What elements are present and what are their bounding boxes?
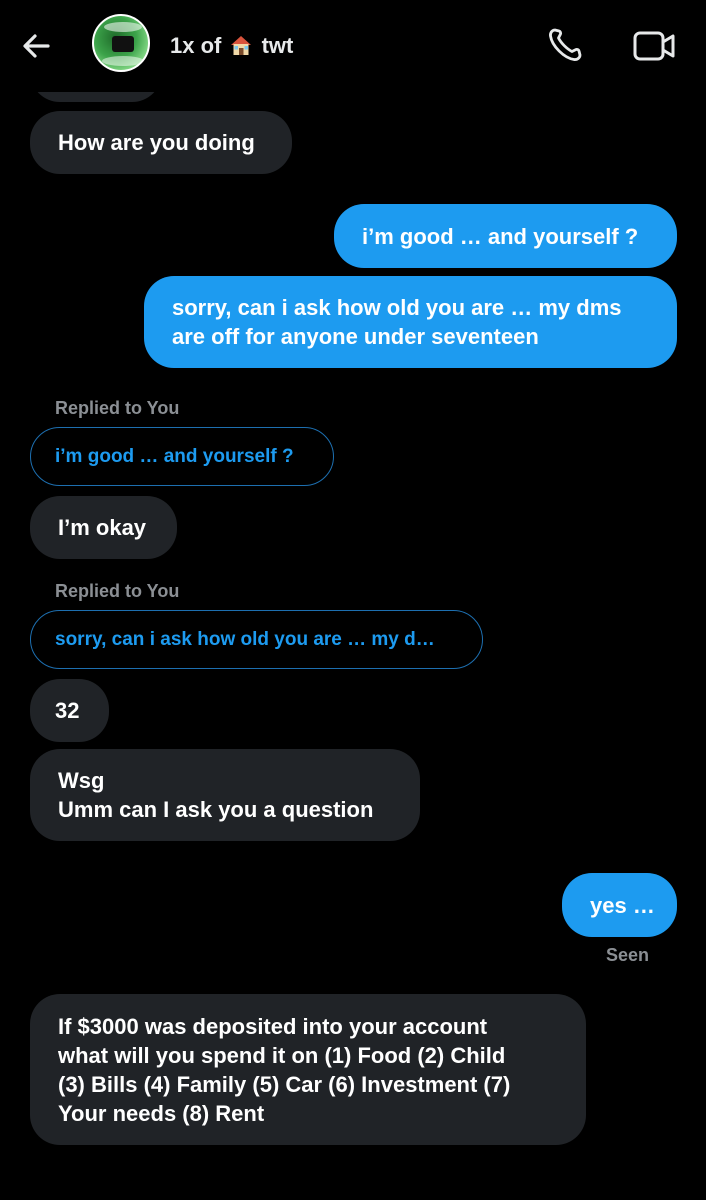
- message-text: i’m good … and yourself ?: [362, 223, 639, 249]
- outgoing-message[interactable]: sorry, can i ask how old you are … my dm…: [144, 276, 677, 368]
- phone-icon[interactable]: [546, 26, 584, 64]
- house-emoji-icon: [231, 36, 252, 55]
- avatar-text-arc-bottom: [102, 56, 144, 66]
- message-text: 32: [55, 698, 80, 723]
- incoming-message[interactable]: How are you doing: [30, 111, 292, 174]
- back-arrow-icon[interactable]: [18, 28, 54, 64]
- avatar[interactable]: [92, 14, 150, 72]
- message-text-line: are off for anyone under seventeen: [172, 324, 539, 349]
- chat-title-suffix: twt: [261, 33, 294, 58]
- message-text: I’m okay: [58, 515, 147, 540]
- message-text: How are you doing: [58, 130, 255, 155]
- incoming-message[interactable]: Wsg Umm can I ask you a question: [30, 749, 420, 841]
- quoted-message[interactable]: sorry, can i ask how old you are … my d…: [30, 610, 483, 669]
- chat-title[interactable]: 1x of twt: [170, 33, 293, 59]
- incoming-message[interactable]: 32: [30, 679, 109, 742]
- message-text-line: sorry, can i ask how old you are … my dm…: [172, 295, 622, 320]
- quoted-text: sorry, can i ask how old you are … my d…: [55, 629, 435, 650]
- message-text: yes …: [590, 892, 655, 918]
- seen-status: Seen: [606, 945, 650, 965]
- incoming-message[interactable]: I’m okay: [30, 496, 177, 559]
- reply-label: Replied to You: [55, 398, 180, 418]
- chat-header: 1x of twt: [0, 0, 706, 92]
- outgoing-message[interactable]: i’m good … and yourself ?: [334, 204, 677, 268]
- message-text-line: Wsg: [58, 768, 105, 793]
- incoming-message[interactable]: If $3000 was deposited into your account…: [30, 994, 586, 1145]
- message-text-line: If $3000 was deposited into your account: [58, 1013, 488, 1039]
- avatar-figure: [112, 36, 134, 52]
- reply-label: Replied to You: [55, 581, 180, 601]
- quoted-message[interactable]: i’m good … and yourself ?: [30, 427, 334, 486]
- quoted-text: i’m good … and yourself ?: [55, 446, 294, 467]
- message-text-line: Umm can I ask you a question: [58, 797, 374, 822]
- video-camera-icon[interactable]: [632, 28, 676, 64]
- message-text-line: what will you spend it on (1) Food (2) C…: [58, 1042, 506, 1068]
- avatar-text-arc: [104, 22, 142, 32]
- message-text-line: (3) Bills (4) Family (5) Car (6) Investm…: [58, 1071, 511, 1097]
- chat-title-prefix: 1x of: [170, 33, 222, 58]
- message-text-line: Your needs (8) Rent: [58, 1100, 265, 1126]
- outgoing-message[interactable]: yes …: [562, 873, 677, 937]
